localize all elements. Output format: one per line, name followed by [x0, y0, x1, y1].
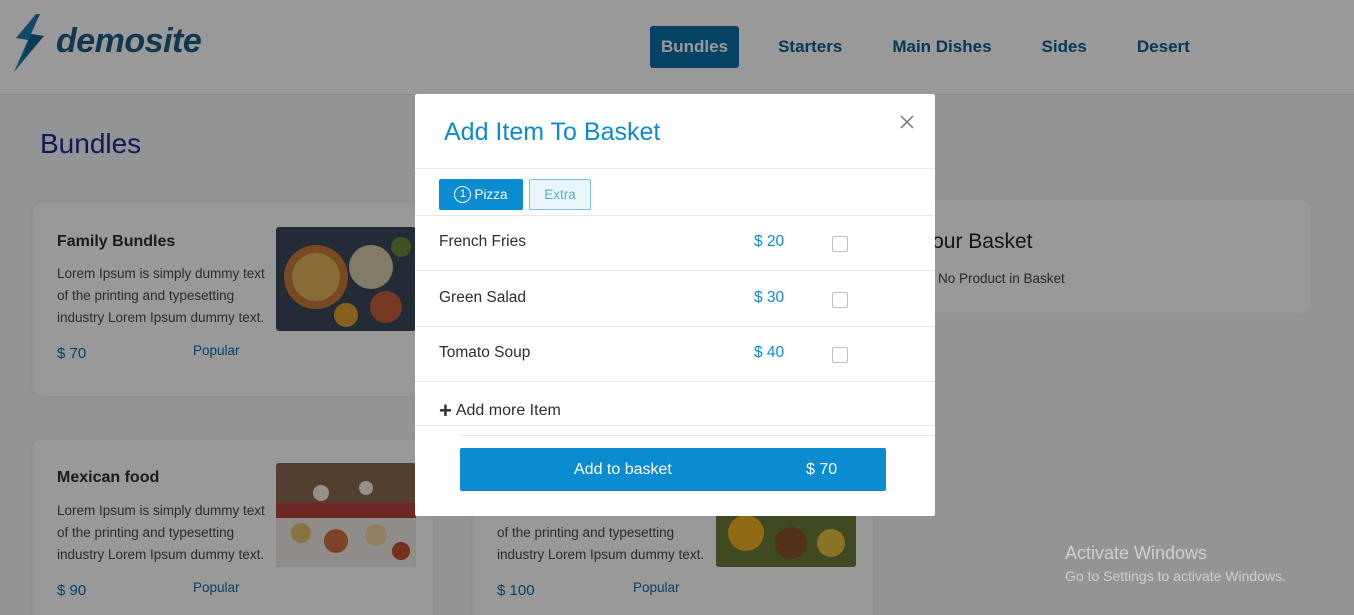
list-item: Green Salad $ 30 [415, 271, 935, 326]
list-item: French Fries $ 20 [415, 215, 935, 270]
tab-label: Extra [544, 187, 576, 202]
item-name: French Fries [439, 233, 526, 250]
modal-tabs: 1 Pizza Extra [439, 179, 591, 210]
item-checkbox[interactable] [832, 347, 848, 363]
divider [415, 168, 935, 169]
add-more-label: Add more Item [455, 402, 561, 419]
divider [460, 435, 935, 436]
windows-activation-title: Activate Windows [1065, 543, 1208, 563]
list-item: Tomato Soup $ 40 [415, 326, 935, 381]
close-icon[interactable] [897, 112, 917, 132]
modal-title: Add Item To Basket [444, 118, 661, 146]
tab-pizza[interactable]: 1 Pizza [439, 179, 523, 210]
divider [415, 425, 935, 426]
add-button-amount: $ 70 [806, 461, 838, 478]
add-to-basket-button[interactable]: Add to basket $ 70 [460, 448, 886, 491]
add-item-modal: Add Item To Basket 1 Pizza Extra French … [415, 94, 935, 516]
plus-icon: + [439, 398, 452, 423]
add-button-label: Add to basket [574, 461, 672, 478]
item-checkbox[interactable] [832, 236, 848, 252]
item-checkbox[interactable] [832, 292, 848, 308]
add-more-item-link[interactable]: + Add more Item [439, 398, 561, 423]
tab-extra[interactable]: Extra [529, 179, 591, 210]
item-price: $ 30 [754, 289, 785, 306]
item-price: $ 40 [754, 344, 785, 361]
item-name: Green Salad [439, 289, 527, 306]
step-number: 1 [454, 186, 472, 203]
item-price: $ 20 [754, 233, 785, 250]
divider [415, 381, 935, 382]
windows-activation-text: Go to Settings to activate Windows. [1065, 568, 1286, 584]
tab-label: Pizza [474, 187, 508, 202]
item-name: Tomato Soup [439, 344, 531, 361]
